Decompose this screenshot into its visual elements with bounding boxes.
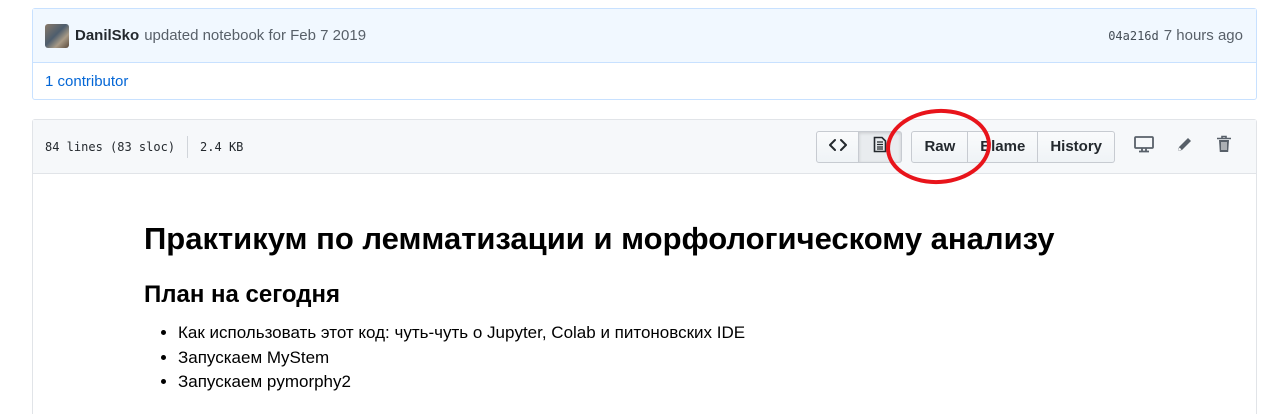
source-view-button[interactable] <box>816 130 860 163</box>
rendered-view-button[interactable] <box>859 130 903 163</box>
file-toolbar: Raw Blame History <box>816 130 1244 163</box>
file-size: 2.4 KB <box>200 139 244 154</box>
file-text-icon <box>873 136 887 157</box>
delete-file-button[interactable] <box>1204 131 1244 163</box>
avatar[interactable] <box>45 23 69 48</box>
file-viewer: 84 lines (83 sloc) 2.4 KB Raw Blame Hist… <box>32 119 1257 414</box>
commit-author[interactable]: DanilSko <box>75 27 139 44</box>
trash-icon <box>1216 135 1232 158</box>
file-header: 84 lines (83 sloc) 2.4 KB Raw Blame Hist… <box>33 120 1256 174</box>
rendered-notebook: Практикум по лемматизации и морфологичес… <box>33 219 1256 395</box>
document-title: Практикум по лемматизации и морфологичес… <box>144 221 1055 256</box>
file-lines: 84 lines (83 sloc) <box>45 139 176 154</box>
commit-info-box: DanilSko updated notebook for Feb 7 2019… <box>32 8 1257 100</box>
blame-button[interactable]: Blame <box>968 130 1039 163</box>
file-info-divider <box>187 135 189 158</box>
view-toggle-group <box>816 130 903 163</box>
commit-time: 7 hours ago <box>1163 27 1243 44</box>
list-item: Запускаем MyStem <box>178 346 1256 371</box>
latest-commit-row: DanilSko updated notebook for Feb 7 2019… <box>33 9 1256 63</box>
edit-file-button[interactable] <box>1164 131 1204 163</box>
file-action-group: Raw Blame History <box>911 130 1115 163</box>
contributors-row: 1 contributor <box>33 63 1256 99</box>
agenda-list: Как использовать этот код: чуть-чуть о J… <box>144 321 1256 395</box>
raw-button[interactable]: Raw <box>911 130 969 163</box>
contributors-link[interactable]: 1 contributor <box>45 73 128 90</box>
commit-sha[interactable]: 04a216d <box>1108 29 1159 43</box>
file-info: 84 lines (83 sloc) 2.4 KB <box>45 135 244 158</box>
commit-meta: 04a216d 7 hours ago <box>1108 27 1243 44</box>
code-icon <box>828 138 847 156</box>
open-desktop-button[interactable] <box>1124 131 1164 163</box>
pencil-icon <box>1176 136 1193 158</box>
history-button[interactable]: History <box>1038 130 1115 163</box>
list-item: Запускаем pymorphy2 <box>178 370 1256 395</box>
document-subtitle: План на сегодня <box>144 281 340 308</box>
list-item: Как использовать этот код: чуть-чуть о J… <box>178 321 1256 346</box>
desktop-icon <box>1134 135 1154 158</box>
commit-message[interactable]: updated notebook for Feb 7 2019 <box>144 27 366 44</box>
